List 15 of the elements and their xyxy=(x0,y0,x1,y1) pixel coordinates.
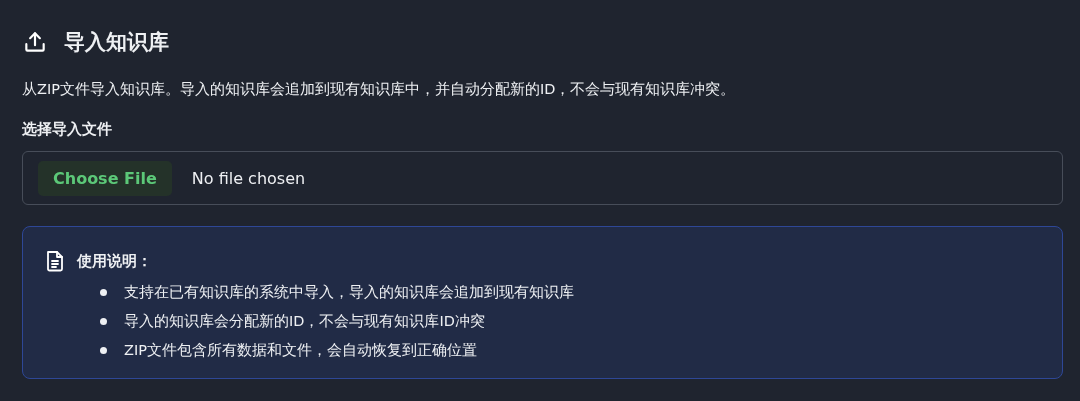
notice-item-text: 支持在已有知识库的系统中导入，导入的知识库会追加到现有知识库 xyxy=(124,283,574,302)
bullet-icon xyxy=(100,347,107,354)
bullet-icon xyxy=(100,289,107,296)
file-input-field[interactable]: Choose File No file chosen xyxy=(22,151,1063,205)
notice-item-text: ZIP文件包含所有数据和文件，会自动恢复到正确位置 xyxy=(124,341,477,360)
field-label: 选择导入文件 xyxy=(22,120,113,139)
bullet-icon xyxy=(100,318,107,325)
upload-icon xyxy=(22,29,48,55)
file-status-text: No file chosen xyxy=(191,168,306,188)
choose-file-button[interactable]: Choose File xyxy=(38,160,172,196)
description-text: 从ZIP文件导入知识库。导入的知识库会追加到现有知识库中，并自动分配新的ID，不会与现有知识库冲突。 xyxy=(22,80,737,99)
page-title: 导入知识库 xyxy=(64,29,169,56)
notice-title: 使用说明： xyxy=(77,251,152,271)
document-icon xyxy=(45,250,65,272)
notice-item-text: 导入的知识库会分配新的ID，不会与现有知识库ID冲突 xyxy=(124,312,485,331)
